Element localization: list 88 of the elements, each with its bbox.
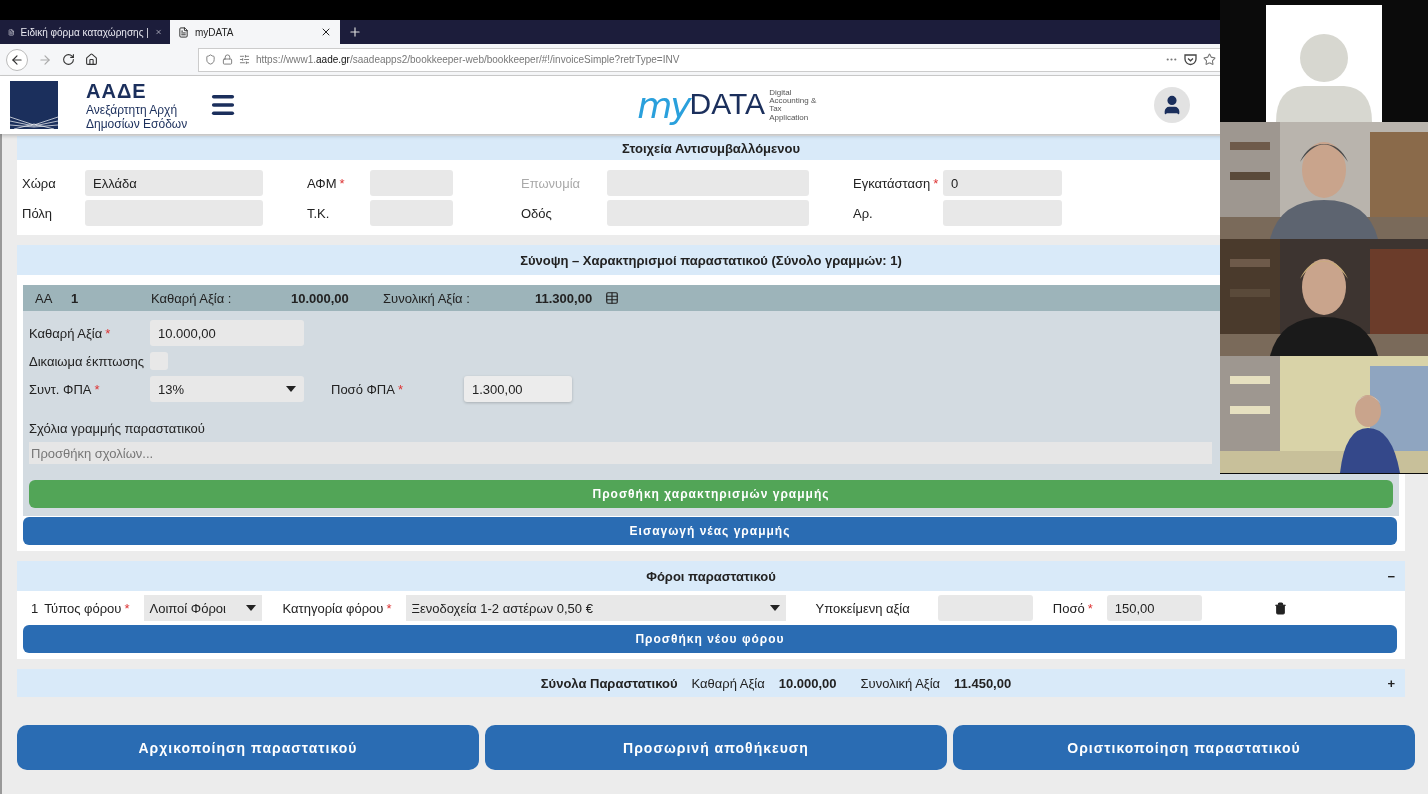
pocket-icon[interactable]	[1184, 53, 1197, 66]
action-button[interactable]: Οριστικοποίηση παραστατικού	[953, 725, 1415, 770]
required-mark: *	[933, 175, 939, 191]
totals-label: Συνολική Αξία	[860, 675, 941, 691]
plus-icon[interactable]	[348, 25, 362, 39]
user-avatar[interactable]	[1154, 87, 1191, 123]
field-label: Αρ.	[853, 205, 874, 221]
shield-icon[interactable]	[205, 54, 216, 65]
forward-icon[interactable]	[38, 52, 52, 67]
line-label: ΑΑ	[35, 290, 54, 306]
required-mark: *	[339, 175, 345, 191]
field-label: Εγκατάσταση *	[853, 175, 940, 191]
input-field[interactable]: 10.000,00	[150, 320, 304, 346]
action-button[interactable]: Αρχικοποίηση παραστατικού	[17, 725, 479, 770]
trash-icon[interactable]	[1273, 601, 1287, 615]
caret-icon	[286, 386, 296, 392]
logo-tagline: Tax	[769, 105, 782, 114]
tax-category-select[interactable]: Ξενοδοχεία 1-2 αστέρων 0,50 €	[405, 595, 786, 621]
org-abbreviation: ΑΑΔΕ	[86, 79, 148, 103]
org-name: Δημοσίων Εσόδων	[86, 116, 188, 131]
required-mark: *	[1087, 600, 1093, 616]
line-label: Καθαρή Αξία :	[151, 290, 233, 306]
totals-title: Σύνολα Παραστατικού	[540, 675, 678, 691]
totals-label: Καθαρή Αξία	[691, 675, 765, 691]
org-name: Ανεξάρτητη Αρχή	[86, 102, 179, 117]
row-number: 1	[31, 600, 39, 616]
page-icon	[178, 26, 189, 38]
field-label: Καθαρή Αξία *	[29, 325, 112, 341]
required-mark: *	[105, 325, 111, 341]
required-mark: *	[397, 381, 403, 397]
permissions-icon[interactable]	[239, 54, 250, 65]
input-field[interactable]: 150,00	[1106, 595, 1202, 621]
field-label: Επωνυμία	[521, 175, 582, 191]
logo-text: my	[637, 84, 690, 126]
totals-value: 10.000,00	[778, 675, 837, 691]
field-label: Συντ. ΦΠΑ *	[29, 381, 101, 397]
line-label: Συνολική Αξία :	[383, 290, 471, 306]
input-field[interactable]: 0	[943, 170, 1062, 196]
input-field[interactable]: 1.300,00	[464, 376, 572, 402]
address-field[interactable]: https://www1.aade.gr/saadeapps2/bookkeeper-web/bookkeeper/#!/invoiceSimple?retrType=INV	[198, 47, 1223, 72]
field-label: Ποσό *	[1052, 600, 1093, 616]
field-label: Σχόλια γραμμής παραστατικού	[29, 420, 205, 436]
line-value: 10.000,00	[291, 290, 350, 306]
field-label: Χώρα	[22, 175, 57, 191]
lock-icon[interactable]	[222, 54, 233, 65]
field-label: Κατηγορία φόρου *	[282, 600, 392, 616]
caret-icon	[245, 605, 256, 611]
browser-tab[interactable]: Ειδική φόρμα καταχώρησης |	[0, 20, 170, 44]
required-mark: *	[124, 600, 130, 616]
reload-icon[interactable]	[62, 53, 75, 66]
action-button[interactable]: Προσωρινή αποθήκευση	[485, 725, 947, 770]
bookmark-star-icon[interactable]	[1203, 53, 1216, 66]
table-icon[interactable]	[605, 291, 619, 305]
totals-value: 11.450,00	[954, 675, 1012, 691]
tax-type-select[interactable]: Λοιποί Φόροι	[143, 595, 262, 621]
page-icon	[8, 26, 15, 38]
browser-tab[interactable]: myDATA	[170, 20, 340, 44]
field-label: Πόλη	[22, 205, 54, 221]
new-line-button[interactable]: Εισαγωγή νέας γραμμής	[23, 517, 1397, 545]
field-label: Τύπος φόρου *	[44, 600, 130, 616]
line-number: 1	[71, 290, 80, 306]
add-tax-button[interactable]: Προσθήκη νέου φόρου	[23, 625, 1397, 653]
field-label: Τ.Κ.	[307, 205, 331, 221]
comments-field[interactable]: Προσθήκη σχολίων...	[29, 442, 1212, 464]
section-title: Στοιχεία Αντισυμβαλλόμενου	[622, 140, 800, 156]
expand-toggle[interactable]: +	[1387, 675, 1395, 691]
aade-logo-icon	[10, 81, 58, 129]
required-mark: *	[386, 600, 392, 616]
close-icon[interactable]	[320, 26, 332, 38]
section-title: Φόροι παραστατικού	[646, 568, 776, 584]
back-arrow-icon	[10, 52, 24, 67]
section-title: Σύνοψη – Χαρακτηρισμοί παραστατικού (Σύνολο γραμμών: 1)	[520, 252, 902, 268]
caret-icon	[769, 605, 780, 611]
field-label: Ποσό ΦΠΑ *	[331, 381, 404, 397]
input-field[interactable]: Ελλάδα	[85, 170, 263, 196]
vat-rate-select[interactable]: 13%	[150, 376, 304, 402]
field-label: Δικαιωμα έκπτωσης	[29, 353, 145, 369]
back-button[interactable]	[6, 48, 28, 71]
field-label: ΑΦΜ *	[307, 175, 346, 191]
field-label: Οδός	[521, 205, 553, 221]
collapse-toggle[interactable]: −	[1387, 568, 1395, 584]
home-icon[interactable]	[85, 53, 98, 66]
logo-tagline: Application	[769, 113, 810, 123]
logo-tagline: Digital	[769, 88, 792, 97]
required-mark: *	[94, 381, 100, 397]
line-value: 11.300,00	[535, 290, 594, 306]
field-label: Υποκείμενη αξία	[815, 600, 910, 616]
logo-tagline: Accounting &	[769, 96, 817, 106]
